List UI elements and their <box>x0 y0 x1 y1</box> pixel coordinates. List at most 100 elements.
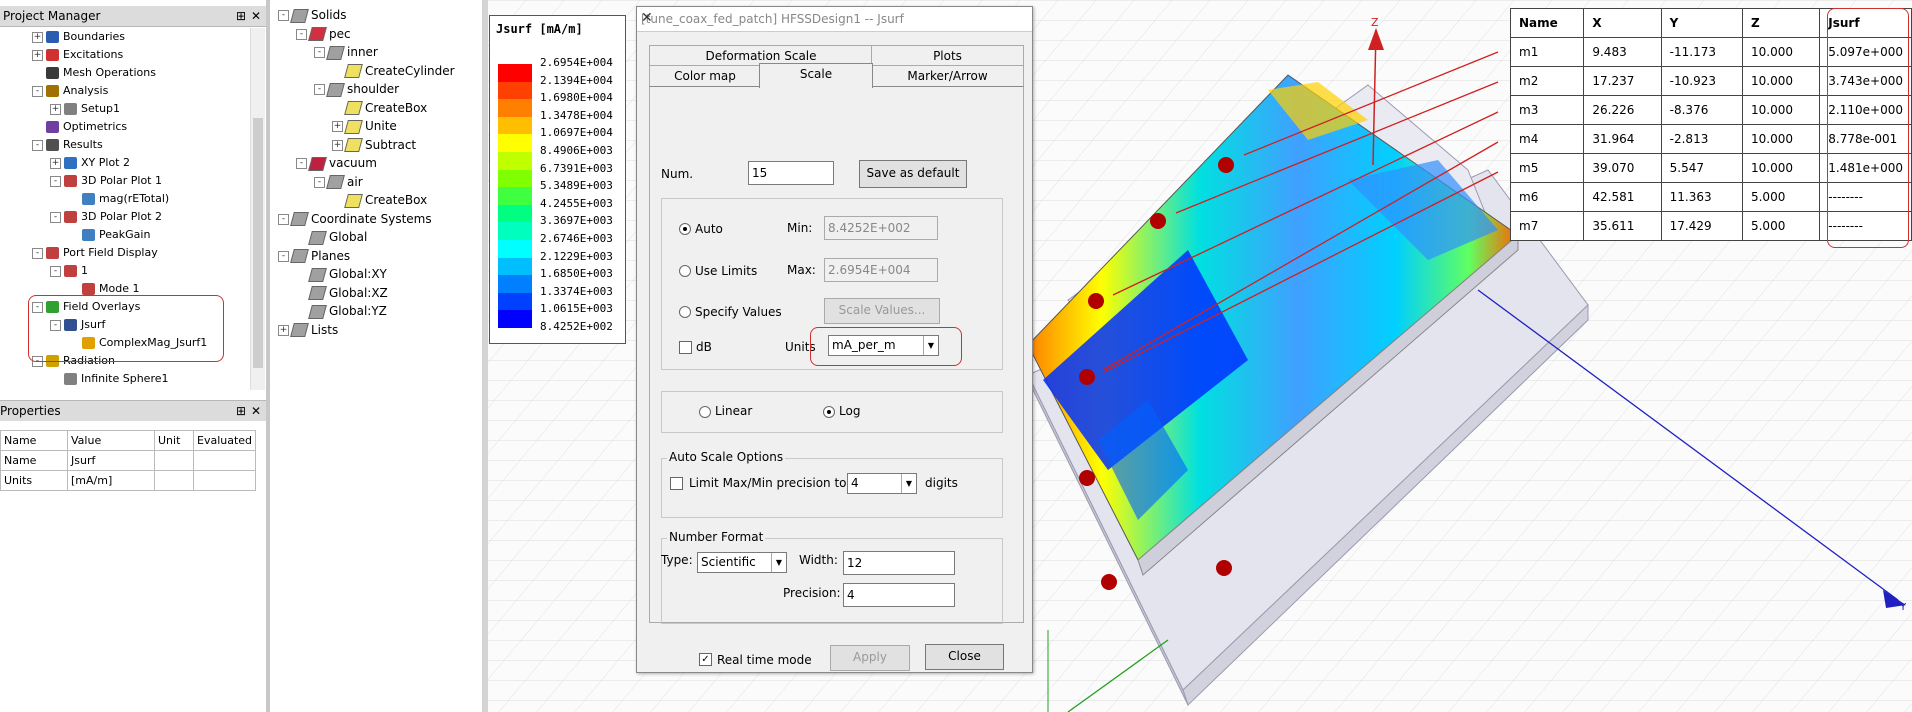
pin-icon[interactable]: ⊞ <box>236 9 246 23</box>
collapse-icon[interactable]: - <box>50 175 61 187</box>
dialog-titlebar[interactable]: [tune_coax_fed_patch] HFSSDesign1 -- Jsu… <box>637 7 1032 32</box>
tree-item[interactable]: Infinite Sphere1 <box>50 370 169 388</box>
table-cell <box>192 450 257 471</box>
expand-icon[interactable]: + <box>32 31 43 43</box>
expand-icon[interactable]: + <box>32 49 43 61</box>
collapse-icon[interactable]: - <box>32 85 43 97</box>
collapse-icon[interactable]: - <box>32 247 43 259</box>
num-input[interactable]: 15 <box>748 161 834 185</box>
model-tree-item[interactable]: - pec <box>296 25 351 43</box>
tree-item[interactable]: + Boundaries <box>32 28 125 46</box>
min-input[interactable]: 8.4252E+002 <box>824 216 938 240</box>
tree-item[interactable]: + Setup1 <box>50 100 120 118</box>
model-tree-item[interactable]: + Unite <box>332 117 397 135</box>
model-tree-item[interactable]: Global <box>296 228 367 246</box>
collapse-icon[interactable]: - <box>314 84 325 95</box>
table-cell[interactable]: [mA/m] <box>67 470 155 491</box>
collapse-icon[interactable]: - <box>278 250 289 262</box>
tree-item[interactable]: Optimetrics <box>32 118 127 136</box>
chevron-down-icon[interactable]: ▼ <box>901 474 916 493</box>
limit-precision-checkbox[interactable] <box>670 477 683 490</box>
apply-button[interactable]: Apply <box>830 645 910 671</box>
tab-marker-arrow[interactable]: Marker/Arrow <box>871 65 1024 86</box>
color-legend[interactable]: Jsurf [mA/m] 2.6954E+004 2.1394E+004 1.698… <box>489 15 626 344</box>
panel-splitter[interactable] <box>266 0 270 712</box>
linear-radio[interactable] <box>699 406 711 418</box>
collapse-icon[interactable]: - <box>278 213 289 225</box>
db-checkbox[interactable] <box>679 341 692 354</box>
expand-icon[interactable]: + <box>332 139 343 151</box>
chevron-down-icon[interactable]: ▼ <box>771 553 786 572</box>
specify-values-radio[interactable] <box>679 306 691 318</box>
model-tree-item-label: Planes <box>311 248 351 263</box>
tree-item[interactable]: - Port Field Display <box>32 244 158 262</box>
tree-item[interactable]: + Excitations <box>32 46 123 64</box>
max-input[interactable]: 2.6954E+004 <box>824 258 938 282</box>
tree-item[interactable]: mag(rETotal) <box>68 190 169 208</box>
tree-item[interactable]: - 3D Polar Plot 1 <box>50 172 162 190</box>
tree-item[interactable]: - Results <box>32 136 103 154</box>
tab-scale[interactable]: Scale <box>759 63 873 88</box>
model-tree-item[interactable]: - inner <box>314 43 378 61</box>
project-tree-scrollbar[interactable] <box>250 28 265 390</box>
model-tree-item[interactable]: - Planes <box>278 247 350 265</box>
tree-item-label: Mesh Operations <box>63 66 156 79</box>
close-icon[interactable]: ✕ <box>251 9 261 23</box>
expand-icon[interactable]: + <box>278 324 289 336</box>
pin-icon[interactable]: ⊞ <box>236 404 246 418</box>
auto-radio[interactable] <box>679 223 691 235</box>
collapse-icon[interactable]: - <box>50 211 61 223</box>
tab-plots[interactable]: Plots <box>871 45 1024 66</box>
collapse-icon[interactable]: - <box>50 265 61 277</box>
scale-values-button[interactable]: Scale Values... <box>824 298 940 324</box>
realtime-checkbox[interactable]: ✓ <box>699 653 712 666</box>
model-tree-item[interactable]: - vacuum <box>296 154 377 172</box>
tree-item[interactable]: Mesh Operations <box>32 64 156 82</box>
width-input[interactable]: 12 <box>843 551 955 575</box>
model-tree-item[interactable]: - Coordinate Systems <box>278 210 432 228</box>
close-button[interactable]: Close <box>925 644 1004 670</box>
precision-input[interactable]: 4 <box>843 583 955 607</box>
table-row[interactable]: Name Jsurf <box>0 450 257 471</box>
tree-item[interactable]: + XY Plot 2 <box>50 154 130 172</box>
tree-item[interactable]: -1 <box>50 262 88 280</box>
table-cell[interactable]: Jsurf <box>67 450 155 471</box>
collapse-icon[interactable]: - <box>314 47 325 58</box>
close-icon[interactable]: ✕ <box>641 10 1024 26</box>
legend-color-swatch <box>498 152 532 170</box>
tree-item[interactable]: - 3D Polar Plot 2 <box>50 208 162 226</box>
model-tree-item[interactable]: CreateBox <box>332 99 427 117</box>
plot-properties-dialog[interactable]: [tune_coax_fed_patch] HFSSDesign1 -- Jsu… <box>636 6 1033 673</box>
table-row[interactable]: Units [mA/m] <box>0 470 257 491</box>
tree-item[interactable]: PeakGain <box>68 226 150 244</box>
close-icon[interactable]: ✕ <box>251 404 261 418</box>
collapse-icon[interactable]: - <box>296 28 307 40</box>
tree-item[interactable]: - Analysis <box>32 82 108 100</box>
expand-icon[interactable]: + <box>332 121 343 132</box>
log-radio[interactable] <box>823 406 835 418</box>
auto-scale-options-title: Auto Scale Options <box>667 450 786 464</box>
precision-limit-dropdown[interactable]: 4 ▼ <box>847 473 917 494</box>
model-tree-item[interactable]: Global:XZ <box>296 284 388 302</box>
use-limits-radio[interactable] <box>679 265 691 277</box>
number-type-dropdown[interactable]: Scientific ▼ <box>697 552 787 573</box>
tab-color-map[interactable]: Color map <box>649 65 761 86</box>
model-tree-item[interactable]: CreateCylinder <box>332 62 455 80</box>
collapse-icon[interactable]: - <box>278 10 289 21</box>
model-tree-item[interactable]: - air <box>314 173 363 191</box>
model-tree-item[interactable]: + Subtract <box>332 136 416 154</box>
model-tree-item[interactable]: Global:YZ <box>296 302 387 320</box>
model-tree-item[interactable]: - shoulder <box>314 80 399 98</box>
collapse-icon[interactable]: - <box>314 176 325 188</box>
expand-icon[interactable]: + <box>50 157 61 169</box>
expand-icon[interactable]: + <box>50 103 61 115</box>
collapse-icon[interactable]: - <box>296 158 307 169</box>
model-tree-item[interactable]: CreateBox <box>332 191 427 209</box>
model-tree-item[interactable]: + Lists <box>278 321 338 339</box>
table-cell <box>192 470 257 491</box>
save-as-default-button[interactable]: Save as default <box>859 160 967 188</box>
scrollbar-thumb[interactable] <box>253 118 263 368</box>
collapse-icon[interactable]: - <box>32 139 43 151</box>
model-tree-item[interactable]: Global:XY <box>296 265 387 283</box>
model-tree-item[interactable]: - Solids <box>278 6 347 24</box>
